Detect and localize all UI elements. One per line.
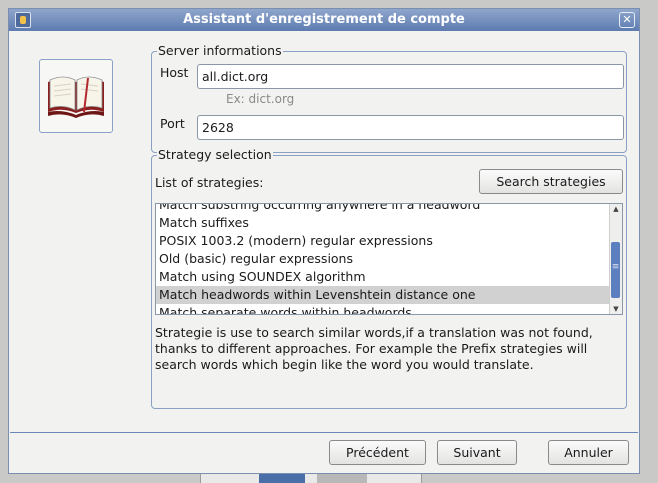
strategy-list-item[interactable]: Match suffixes bbox=[156, 214, 610, 232]
host-field[interactable]: all.dict.org bbox=[197, 64, 624, 89]
account-wizard-dialog: Assistant d'enregistrement de compte ✕ S… bbox=[8, 8, 640, 474]
close-icon[interactable]: ✕ bbox=[619, 12, 635, 28]
next-button[interactable]: Suivant bbox=[437, 440, 517, 465]
button-separator bbox=[10, 432, 638, 433]
strategy-list-item[interactable]: Old (basic) regular expressions bbox=[156, 250, 610, 268]
scroll-up-icon[interactable]: ▲ bbox=[612, 205, 620, 213]
strategy-list-item[interactable]: Match headwords within Levenshtein dista… bbox=[156, 286, 610, 304]
cancel-button[interactable]: Annuler bbox=[548, 440, 629, 465]
window-title: Assistant d'enregistrement de compte bbox=[183, 12, 465, 27]
port-field[interactable]: 2628 bbox=[197, 115, 624, 140]
scroll-thumb[interactable] bbox=[611, 242, 620, 298]
server-info-legend: Server informations bbox=[157, 43, 283, 58]
strategies-scrollbar[interactable]: ▲ ▼ bbox=[609, 204, 622, 314]
book-icon-frame bbox=[39, 59, 113, 133]
strategy-list-item[interactable]: POSIX 1003.2 (modern) regular expression… bbox=[156, 232, 610, 250]
strategies-list-label: List of strategies: bbox=[155, 175, 264, 190]
previous-button[interactable]: Précédent bbox=[329, 440, 426, 465]
host-hint: Ex: dict.org bbox=[226, 92, 295, 106]
book-icon bbox=[48, 76, 104, 118]
strategy-description: Strategie is use to search similar words… bbox=[155, 325, 593, 372]
port-label: Port bbox=[160, 116, 185, 131]
strategies-list-rows: Match substring occurring anywhere in a … bbox=[156, 204, 610, 314]
strategy-list-item[interactable]: Match separate words within headwords bbox=[156, 304, 610, 314]
search-strategies-button[interactable]: Search strategies bbox=[479, 169, 623, 194]
title-bar[interactable]: Assistant d'enregistrement de compte ✕ bbox=[9, 9, 639, 31]
scroll-down-icon[interactable]: ▼ bbox=[612, 305, 620, 313]
strategy-list-item[interactable]: Match using SOUNDEX algorithm bbox=[156, 268, 610, 286]
strategy-legend: Strategy selection bbox=[157, 147, 273, 162]
strategies-list[interactable]: Match substring occurring anywhere in a … bbox=[155, 203, 623, 315]
app-icon bbox=[15, 12, 31, 28]
host-label: Host bbox=[160, 65, 189, 80]
strategy-list-item[interactable]: Match substring occurring anywhere in a … bbox=[156, 204, 610, 214]
